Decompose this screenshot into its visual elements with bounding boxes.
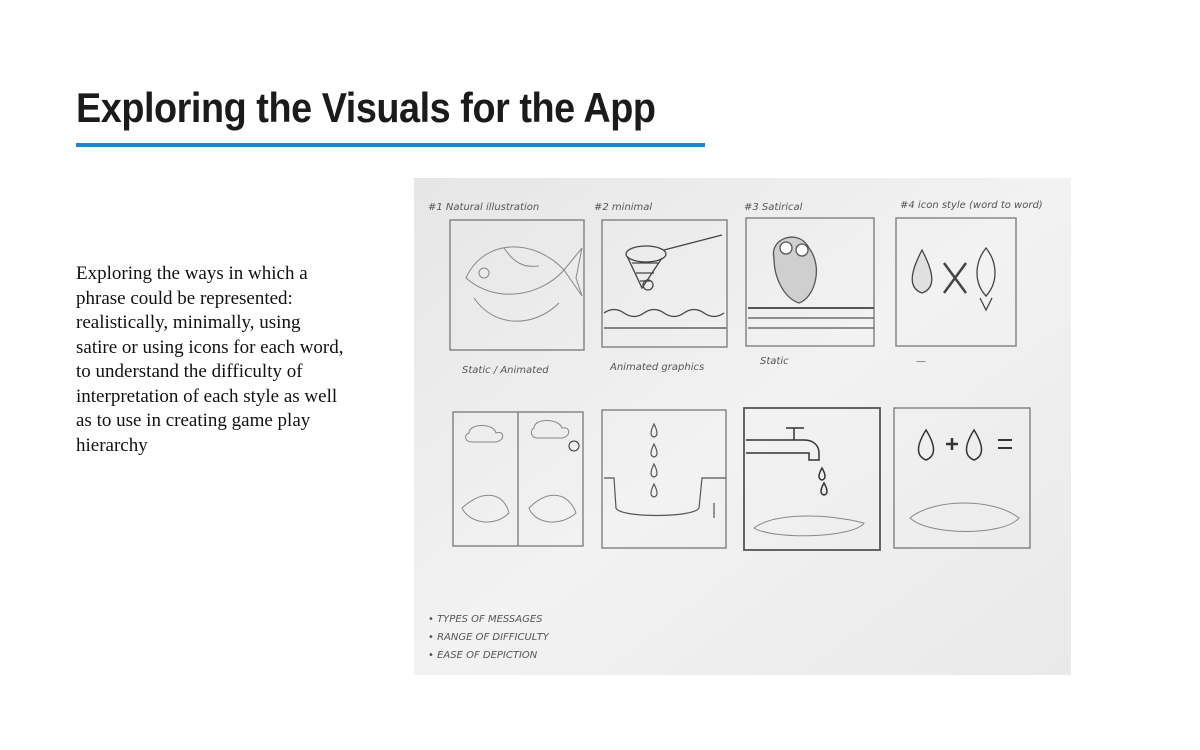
note-range-of-difficulty: • RANGE OF DIFFICULTY [428,632,550,643]
label-satirical: #3 Satirical [744,202,803,213]
note-types-of-messages: • TYPES OF MESSAGES [428,614,543,625]
paper-background [414,178,1071,675]
description-text: Exploring the ways in which a phrase cou… [76,263,344,456]
caption-static-animated: Static / Animated [462,365,549,376]
label-icon-style: #4 icon style (word to word) [900,200,1043,211]
caption-static: Static [760,356,789,367]
label-natural-illustration: #1 Natural illustration [428,202,539,213]
label-minimal: #2 minimal [594,202,652,213]
title-underline [76,143,705,147]
caption-icon: — [916,356,926,367]
caption-animated-graphics: Animated graphics [609,362,704,373]
storyboard-sketch-photo: #1 Natural illustration #2 minimal #3 Sa… [414,178,1071,675]
page-title: Exploring the Visuals for the App [76,84,656,131]
note-ease-of-depiction: • EASE OF DEPICTION [428,650,538,661]
sketch-drawing: #1 Natural illustration #2 minimal #3 Sa… [414,178,1071,675]
